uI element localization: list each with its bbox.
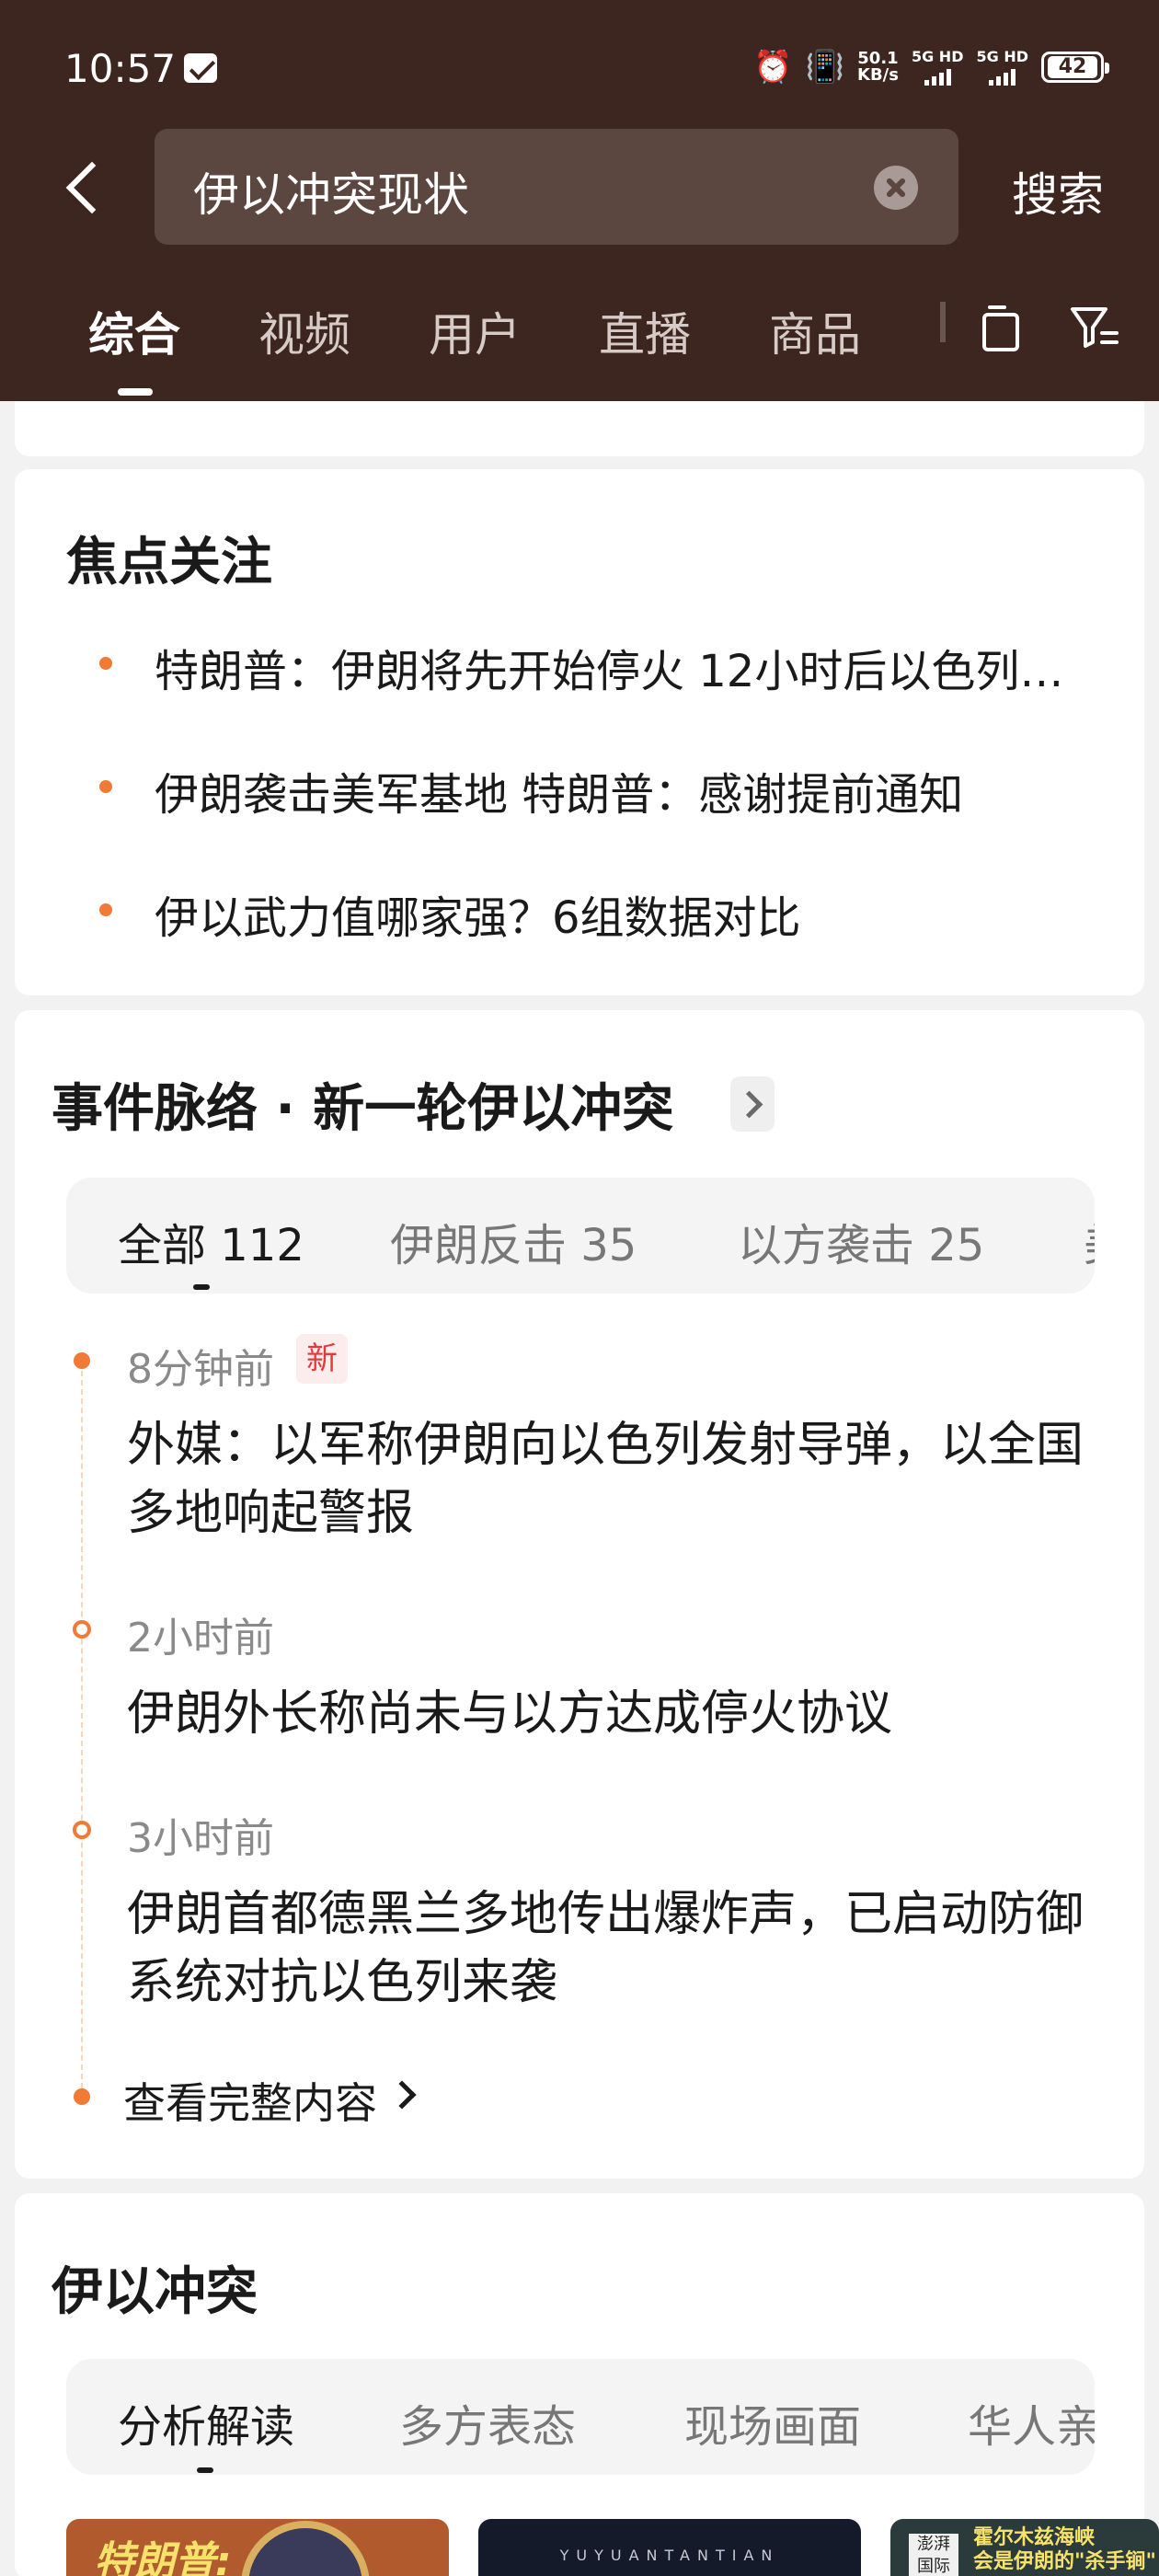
status-bar: 10:57 ⏰ 📳 50.1 KB/s 5G HD 5G HD 42 (0, 0, 1159, 138)
focus-item[interactable]: 伊以武力值哪家强？6组数据对比 (66, 878, 1106, 944)
focus-item-text[interactable]: 伊朗袭击美军基地 特朗普：感谢提前通知 (155, 758, 1102, 822)
layout-icon[interactable] (981, 304, 1019, 351)
previous-card-edge (15, 401, 1144, 456)
signal-icon: 5G HD (911, 48, 964, 86)
thumbnail-caption: YUYUANTANTIAN (559, 2547, 780, 2564)
filter-chip-analysis[interactable]: 分析解读 (118, 2390, 294, 2455)
filter-chip-statements[interactable]: 多方表态 (399, 2390, 576, 2455)
active-tab-indicator (118, 388, 153, 396)
conflict-title: 伊以冲突 (52, 2262, 258, 2322)
clear-icon[interactable] (874, 166, 918, 210)
view-full-content-link[interactable]: 查看完整内容 (123, 2070, 377, 2131)
focus-item-text[interactable]: 伊以武力值哪家强？6组数据对比 (155, 881, 1102, 946)
video-thumbnail[interactable]: 特朗普: (66, 2519, 449, 2576)
network-speed: 50.1 KB/s (857, 48, 899, 85)
active-filter-indicator (197, 2467, 213, 2473)
search-bar: 伊以冲突现状 搜索 (0, 127, 1159, 247)
tab-overflow-fade (940, 302, 946, 342)
tab-goods[interactable]: 商品 (769, 298, 861, 364)
event-text[interactable]: 伊朗外长称尚未与以方达成停火协议 (127, 1680, 1084, 1748)
search-button[interactable]: 搜索 (1012, 158, 1104, 224)
focus-title: 焦点关注 (66, 533, 272, 592)
sim1-label: 5G HD (911, 48, 964, 65)
top-header: 10:57 ⏰ 📳 50.1 KB/s 5G HD 5G HD 42 伊以冲突现… (0, 0, 1159, 401)
filter-chip-us[interactable]: 美 (1084, 1209, 1095, 1273)
timeline-dot (73, 1620, 91, 1639)
source-badge: 澎湃 国际 (909, 2534, 958, 2576)
thumbnail-caption: 特朗普: (94, 2538, 232, 2576)
focus-item[interactable]: 伊朗袭击美军基地 特朗普：感谢提前通知 (66, 754, 1106, 822)
bullet-dot (99, 903, 112, 916)
filter-chip-iran[interactable]: 伊朗反击 35 (390, 1209, 637, 1273)
filter-chip-chinese[interactable]: 华人亲 (968, 2390, 1095, 2455)
bullet-dot (99, 780, 112, 793)
timeline-line (81, 1371, 83, 2098)
alarm-icon: ⏰ (753, 48, 793, 86)
focus-item-text[interactable]: 特朗普：伊朗将先开始停火 12小时后以色列停火 (155, 635, 1102, 699)
event-text[interactable]: 外媒：以军称伊朗向以色列发射导弹，以全国多地响起警报 (127, 1411, 1084, 1547)
focus-item[interactable]: 特朗普：伊朗将先开始停火 12小时后以色列停火 (66, 631, 1106, 699)
chevron-right-icon[interactable] (730, 1076, 775, 1132)
filter-chip-all[interactable]: 全部 112 (118, 1209, 304, 1273)
search-query[interactable]: 伊以冲突现状 (193, 158, 469, 224)
filter-chip-israel[interactable]: 以方袭击 25 (738, 1209, 984, 1273)
timeline-title[interactable]: 事件脉络 · 新一轮伊以冲突 (52, 1067, 673, 1142)
timeline-dot (73, 1821, 91, 1839)
active-filter-indicator (193, 1284, 210, 1290)
network-speed-unit: KB/s (857, 64, 899, 85)
vibrate-icon: 📳 (805, 48, 844, 86)
filter-icon[interactable] (1067, 300, 1122, 355)
video-thumbnail[interactable]: 澎湃 国际 霍尔木兹海峡 会是伊朗的"杀手锏" (890, 2519, 1159, 2576)
conflict-filter-bar: 分析解读 多方表态 现场画面 华人亲 (66, 2359, 1095, 2475)
search-input[interactable]: 伊以冲突现状 (155, 129, 958, 245)
video-thumbnail[interactable]: YUYUANTANTIAN (478, 2519, 861, 2576)
filter-chip-scenes[interactable]: 现场画面 (684, 2390, 861, 2455)
timeline-dot (74, 2088, 90, 2105)
sim2-label: 5G HD (976, 48, 1028, 65)
timeline-filter-bar: 全部 112 伊朗反击 35 以方袭击 25 美 (66, 1178, 1095, 1294)
status-indicators: ⏰ 📳 50.1 KB/s 5G HD 5G HD 42 (753, 48, 1109, 86)
tab-live[interactable]: 直播 (599, 298, 691, 364)
category-tabs: 综合 视频 用户 直播 商品 (0, 285, 1159, 401)
status-time: 10:57 (64, 46, 177, 91)
event-time: 3小时前 (127, 1815, 274, 1862)
new-badge: 新 (296, 1334, 348, 1384)
seal-image (241, 2521, 370, 2576)
timeline-dot (74, 1352, 90, 1369)
tab-users[interactable]: 用户 (429, 298, 521, 364)
mail-icon (184, 53, 217, 83)
battery-level: 42 (1048, 55, 1097, 78)
back-button[interactable] (59, 155, 114, 219)
focus-card: 焦点关注 特朗普：伊朗将先开始停火 12小时后以色列停火 伊朗袭击美军基地 特朗… (15, 469, 1144, 995)
battery-icon: 42 (1041, 51, 1109, 83)
event-text[interactable]: 伊朗首都德黑兰多地传出爆炸声，已启动防御系统对抗以色列来袭 (127, 1880, 1084, 2017)
thumbnail-caption: 霍尔木兹海峡 会是伊朗的"杀手锏" (973, 2526, 1156, 2573)
network-speed-value: 50.1 (857, 48, 899, 68)
tab-video[interactable]: 视频 (258, 298, 350, 364)
tab-all[interactable]: 综合 (88, 298, 180, 364)
event-time: 8分钟前 (127, 1346, 274, 1393)
signal-icon: 5G HD (976, 48, 1028, 86)
bullet-dot (99, 657, 112, 670)
event-time: 2小时前 (127, 1615, 274, 1662)
